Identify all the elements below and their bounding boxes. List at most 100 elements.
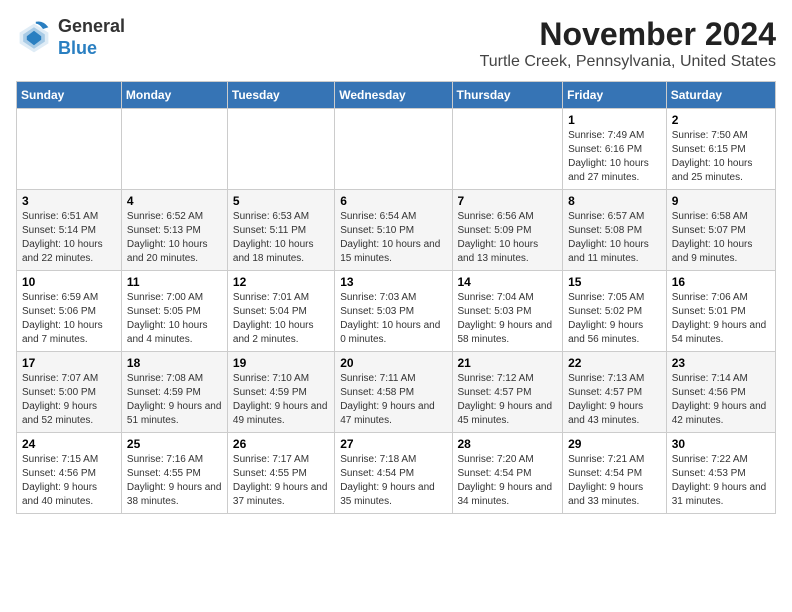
- day-info: Sunrise: 7:11 AM Sunset: 4:58 PM Dayligh…: [340, 372, 446, 428]
- day-cell: [17, 109, 122, 190]
- day-info: Sunrise: 7:17 AM Sunset: 4:55 PM Dayligh…: [233, 453, 329, 509]
- day-info: Sunrise: 7:15 AM Sunset: 4:56 PM Dayligh…: [22, 453, 116, 509]
- day-number: 26: [233, 437, 329, 451]
- day-number: 28: [458, 437, 558, 451]
- subtitle: Turtle Creek, Pennsylvania, United State…: [480, 53, 776, 71]
- header-cell-wednesday: Wednesday: [335, 82, 452, 109]
- day-number: 3: [22, 194, 116, 208]
- day-number: 17: [22, 356, 116, 370]
- day-cell: 21 Sunrise: 7:12 AM Sunset: 4:57 PM Dayli…: [452, 352, 563, 433]
- day-number: 5: [233, 194, 329, 208]
- day-cell: 2 Sunrise: 7:50 AM Sunset: 6:15 PM Daylig…: [666, 109, 775, 190]
- logo: General Blue: [16, 16, 125, 59]
- day-cell: 3 Sunrise: 6:51 AM Sunset: 5:14 PM Daylig…: [17, 190, 122, 271]
- day-cell: 7 Sunrise: 6:56 AM Sunset: 5:09 PM Daylig…: [452, 190, 563, 271]
- day-cell: 25Sunrise: 7:16 AM Sunset: 4:55 PM Dayli…: [121, 433, 227, 514]
- day-number: 21: [458, 356, 558, 370]
- day-cell: 20 Sunrise: 7:11 AM Sunset: 4:58 PM Dayli…: [335, 352, 452, 433]
- day-cell: 9Sunrise: 6:58 AM Sunset: 5:07 PM Daylig…: [666, 190, 775, 271]
- day-cell: [227, 109, 334, 190]
- day-number: 16: [672, 275, 770, 289]
- day-number: 13: [340, 275, 446, 289]
- day-number: 22: [568, 356, 661, 370]
- day-number: 25: [127, 437, 222, 451]
- day-info: Sunrise: 7:14 AM Sunset: 4:56 PM Dayligh…: [672, 372, 770, 428]
- header-cell-friday: Friday: [563, 82, 667, 109]
- day-cell: 8Sunrise: 6:57 AM Sunset: 5:08 PM Daylig…: [563, 190, 667, 271]
- day-number: 1: [568, 113, 661, 127]
- day-info: Sunrise: 7:07 AM Sunset: 5:00 PM Dayligh…: [22, 372, 116, 428]
- day-cell: [452, 109, 563, 190]
- day-info: Sunrise: 7:12 AM Sunset: 4:57 PM Dayligh…: [458, 372, 558, 428]
- day-cell: 5 Sunrise: 6:53 AM Sunset: 5:11 PM Daylig…: [227, 190, 334, 271]
- day-cell: 10Sunrise: 6:59 AM Sunset: 5:06 PM Dayli…: [17, 271, 122, 352]
- day-info: Sunrise: 6:54 AM Sunset: 5:10 PM Dayligh…: [340, 210, 446, 266]
- day-info: Sunrise: 7:18 AM Sunset: 4:54 PM Dayligh…: [340, 453, 446, 509]
- day-info: Sunrise: 7:03 AM Sunset: 5:03 PM Dayligh…: [340, 291, 446, 347]
- header-cell-thursday: Thursday: [452, 82, 563, 109]
- day-cell: [121, 109, 227, 190]
- day-number: 23: [672, 356, 770, 370]
- day-info: Sunrise: 7:05 AM Sunset: 5:02 PM Dayligh…: [568, 291, 661, 347]
- week-row-4: 17 Sunrise: 7:07 AM Sunset: 5:00 PM Dayli…: [17, 352, 776, 433]
- day-number: 20: [340, 356, 446, 370]
- day-number: 8: [568, 194, 661, 208]
- day-cell: 18Sunrise: 7:08 AM Sunset: 4:59 PM Dayli…: [121, 352, 227, 433]
- header-row: SundayMondayTuesdayWednesdayThursdayFrid…: [17, 82, 776, 109]
- day-number: 10: [22, 275, 116, 289]
- day-number: 30: [672, 437, 770, 451]
- day-number: 12: [233, 275, 329, 289]
- day-info: Sunrise: 7:20 AM Sunset: 4:54 PM Dayligh…: [458, 453, 558, 509]
- header-cell-sunday: Sunday: [17, 82, 122, 109]
- day-number: 18: [127, 356, 222, 370]
- day-info: Sunrise: 6:53 AM Sunset: 5:11 PM Dayligh…: [233, 210, 329, 266]
- day-info: Sunrise: 7:00 AM Sunset: 5:05 PM Dayligh…: [127, 291, 222, 347]
- day-info: Sunrise: 7:50 AM Sunset: 6:15 PM Dayligh…: [672, 129, 770, 185]
- main-title: November 2024: [480, 16, 776, 53]
- day-cell: 26 Sunrise: 7:17 AM Sunset: 4:55 PM Dayli…: [227, 433, 334, 514]
- header-cell-saturday: Saturday: [666, 82, 775, 109]
- title-section: November 2024 Turtle Creek, Pennsylvania…: [480, 16, 776, 71]
- day-cell: 4 Sunrise: 6:52 AM Sunset: 5:13 PM Daylig…: [121, 190, 227, 271]
- logo-icon: [16, 20, 52, 56]
- day-info: Sunrise: 6:56 AM Sunset: 5:09 PM Dayligh…: [458, 210, 558, 266]
- day-cell: 12 Sunrise: 7:01 AM Sunset: 5:04 PM Dayli…: [227, 271, 334, 352]
- day-cell: 27Sunrise: 7:18 AM Sunset: 4:54 PM Dayli…: [335, 433, 452, 514]
- day-cell: 16 Sunrise: 7:06 AM Sunset: 5:01 PM Dayli…: [666, 271, 775, 352]
- day-cell: 15 Sunrise: 7:05 AM Sunset: 5:02 PM Dayli…: [563, 271, 667, 352]
- day-number: 19: [233, 356, 329, 370]
- day-number: 14: [458, 275, 558, 289]
- day-cell: 17 Sunrise: 7:07 AM Sunset: 5:00 PM Dayli…: [17, 352, 122, 433]
- day-cell: 30 Sunrise: 7:22 AM Sunset: 4:53 PM Dayli…: [666, 433, 775, 514]
- logo-text: General Blue: [58, 16, 125, 59]
- day-number: 29: [568, 437, 661, 451]
- day-cell: [335, 109, 452, 190]
- day-cell: 24Sunrise: 7:15 AM Sunset: 4:56 PM Dayli…: [17, 433, 122, 514]
- day-info: Sunrise: 7:13 AM Sunset: 4:57 PM Dayligh…: [568, 372, 661, 428]
- day-info: Sunrise: 7:21 AM Sunset: 4:54 PM Dayligh…: [568, 453, 661, 509]
- day-number: 2: [672, 113, 770, 127]
- day-info: Sunrise: 7:22 AM Sunset: 4:53 PM Dayligh…: [672, 453, 770, 509]
- day-info: Sunrise: 6:52 AM Sunset: 5:13 PM Dayligh…: [127, 210, 222, 266]
- week-row-2: 3 Sunrise: 6:51 AM Sunset: 5:14 PM Daylig…: [17, 190, 776, 271]
- day-cell: 6Sunrise: 6:54 AM Sunset: 5:10 PM Daylig…: [335, 190, 452, 271]
- day-cell: 1Sunrise: 7:49 AM Sunset: 6:16 PM Daylig…: [563, 109, 667, 190]
- day-number: 15: [568, 275, 661, 289]
- day-info: Sunrise: 6:51 AM Sunset: 5:14 PM Dayligh…: [22, 210, 116, 266]
- day-info: Sunrise: 7:06 AM Sunset: 5:01 PM Dayligh…: [672, 291, 770, 347]
- day-number: 7: [458, 194, 558, 208]
- day-cell: 19Sunrise: 7:10 AM Sunset: 4:59 PM Dayli…: [227, 352, 334, 433]
- day-info: Sunrise: 7:01 AM Sunset: 5:04 PM Dayligh…: [233, 291, 329, 347]
- calendar-table: SundayMondayTuesdayWednesdayThursdayFrid…: [16, 81, 776, 514]
- day-cell: 13 Sunrise: 7:03 AM Sunset: 5:03 PM Dayli…: [335, 271, 452, 352]
- header-cell-tuesday: Tuesday: [227, 82, 334, 109]
- week-row-1: 1Sunrise: 7:49 AM Sunset: 6:16 PM Daylig…: [17, 109, 776, 190]
- day-cell: 23 Sunrise: 7:14 AM Sunset: 4:56 PM Dayli…: [666, 352, 775, 433]
- day-info: Sunrise: 7:04 AM Sunset: 5:03 PM Dayligh…: [458, 291, 558, 347]
- day-info: Sunrise: 6:58 AM Sunset: 5:07 PM Dayligh…: [672, 210, 770, 266]
- day-cell: 29 Sunrise: 7:21 AM Sunset: 4:54 PM Dayli…: [563, 433, 667, 514]
- day-cell: 28 Sunrise: 7:20 AM Sunset: 4:54 PM Dayli…: [452, 433, 563, 514]
- day-number: 11: [127, 275, 222, 289]
- day-cell: 11 Sunrise: 7:00 AM Sunset: 5:05 PM Dayli…: [121, 271, 227, 352]
- day-number: 4: [127, 194, 222, 208]
